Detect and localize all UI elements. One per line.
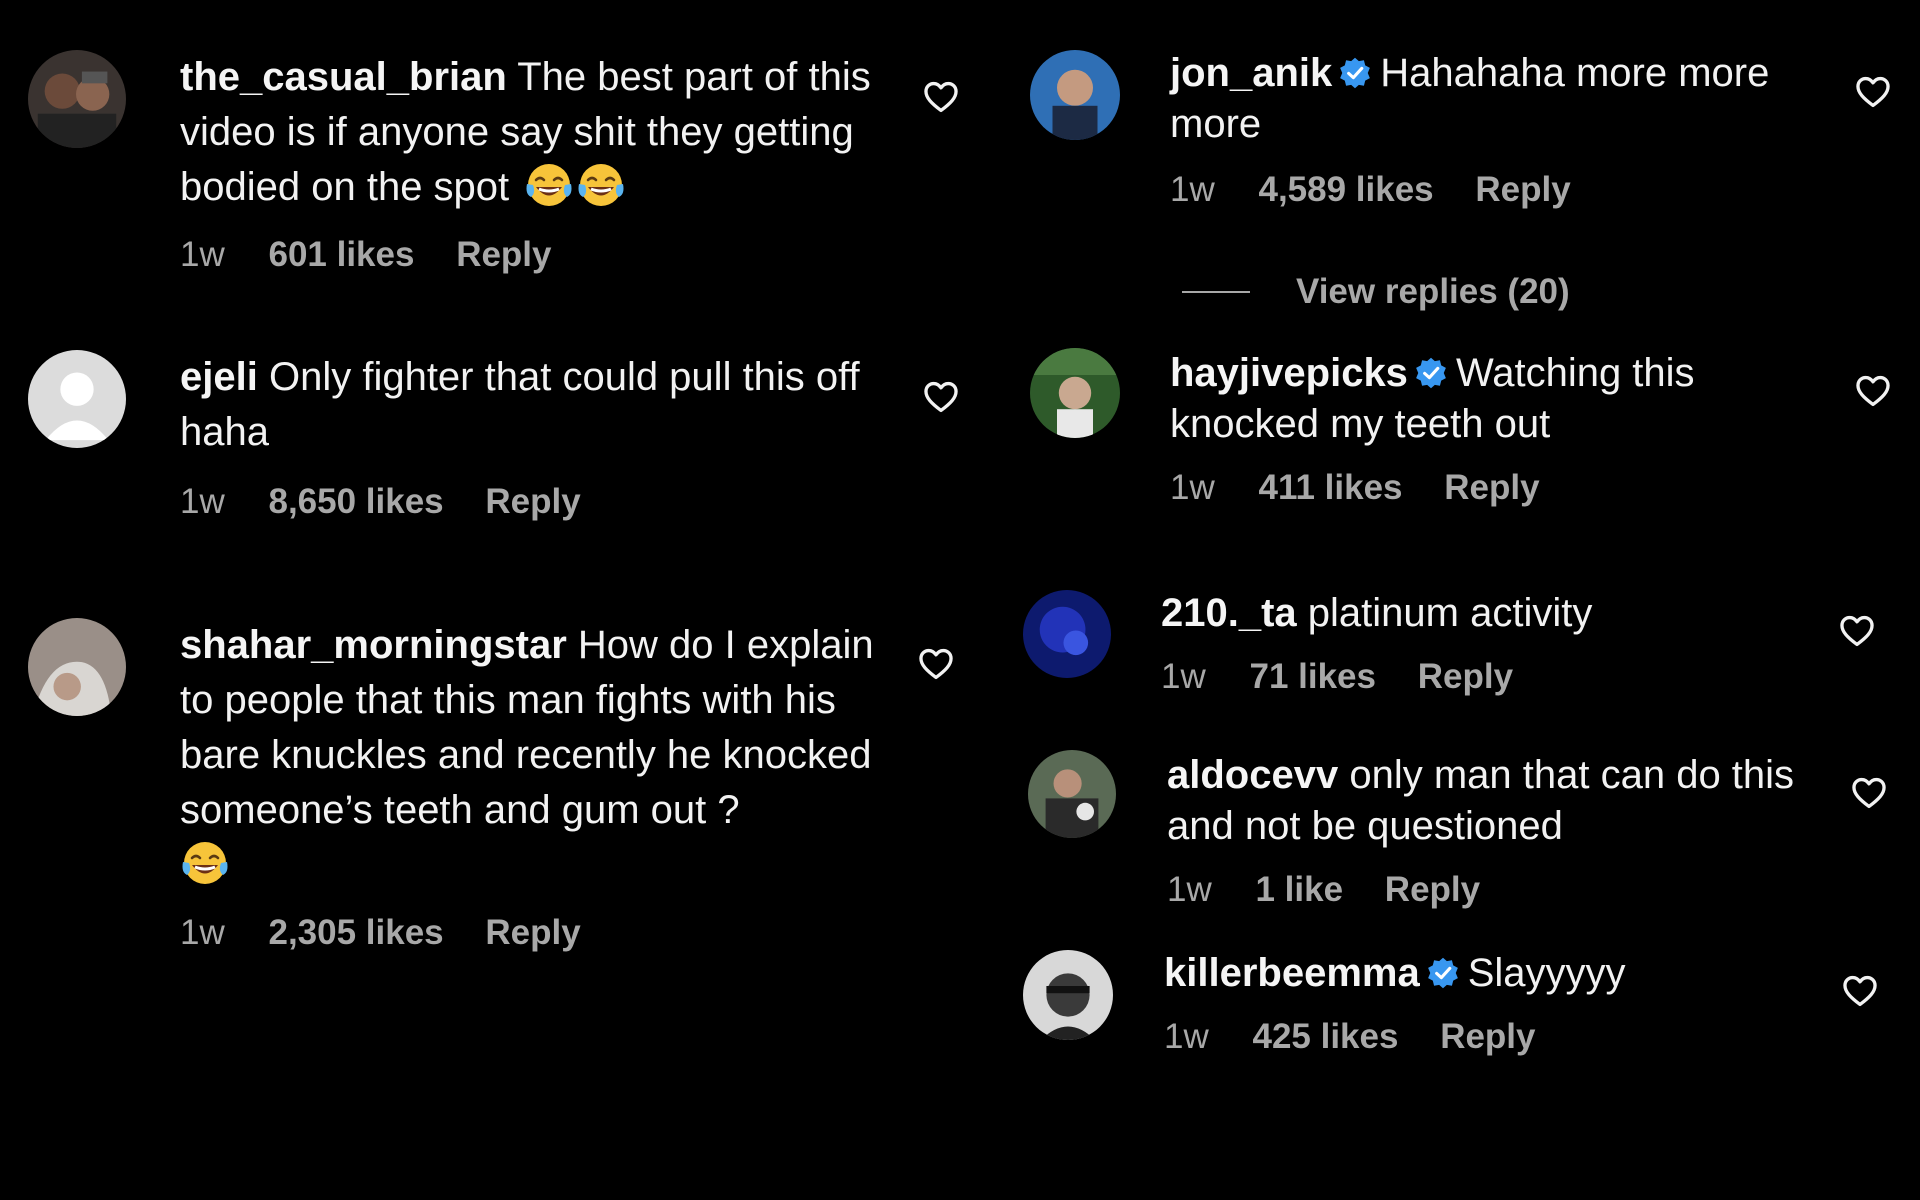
timestamp: 1w	[180, 913, 225, 952]
comment-meta: 1w 1 like Reply	[1167, 870, 1812, 910]
username[interactable]: 210._ta	[1161, 591, 1297, 635]
username[interactable]: aldocevv	[1167, 753, 1338, 797]
username[interactable]: ejeli	[180, 355, 258, 399]
like-count[interactable]: 8,650 likes	[268, 482, 443, 521]
avatar[interactable]	[1023, 950, 1113, 1040]
reply-button[interactable]: Reply	[1385, 870, 1480, 909]
reply-button[interactable]: Reply	[456, 235, 551, 274]
timestamp: 1w	[1170, 170, 1215, 209]
tears-of-joy-emoji-icon	[180, 838, 230, 888]
username[interactable]: shahar_morningstar	[180, 623, 567, 667]
like-count[interactable]: 2,305 likes	[268, 913, 443, 952]
avatar[interactable]	[1028, 750, 1116, 838]
verified-badge-icon	[1426, 956, 1460, 990]
comment-meta: 1w 411 likes Reply	[1170, 468, 1810, 508]
reply-button[interactable]: Reply	[485, 913, 580, 952]
avatar[interactable]	[28, 50, 126, 148]
heart-icon[interactable]	[1837, 612, 1877, 650]
like-count[interactable]: 601 likes	[268, 235, 414, 274]
heart-icon[interactable]	[1853, 372, 1893, 410]
comment-text: Only fighter that could pull this off ha…	[180, 355, 860, 454]
heart-icon[interactable]	[1849, 774, 1889, 812]
reply-button[interactable]: Reply	[1440, 1017, 1535, 1056]
comment-text: Slayyyyy	[1467, 951, 1626, 995]
timestamp: 1w	[1167, 870, 1212, 909]
reply-button[interactable]: Reply	[1475, 170, 1570, 209]
username[interactable]: jon_anik	[1170, 51, 1332, 95]
timestamp: 1w	[1161, 657, 1206, 696]
avatar[interactable]	[28, 350, 126, 448]
comment-meta: 1w 425 likes Reply	[1164, 1017, 1812, 1057]
tears-of-joy-emoji-icon	[524, 160, 574, 210]
timestamp: 1w	[1170, 468, 1215, 507]
comment-meta: 1w 8,650 likes Reply	[180, 482, 880, 522]
comment-meta: 1w 601 likes Reply	[180, 235, 880, 275]
comment-meta: 1w 4,589 likes Reply	[1170, 170, 1810, 210]
timestamp: 1w	[180, 235, 225, 274]
avatar[interactable]	[1023, 590, 1111, 678]
username[interactable]: the_casual_brian	[180, 55, 507, 99]
avatar[interactable]	[1030, 348, 1120, 438]
view-replies-link[interactable]: View replies (20)	[1182, 272, 1570, 312]
like-count[interactable]: 71 likes	[1249, 657, 1376, 696]
verified-badge-icon	[1414, 356, 1448, 390]
comment-meta: 1w 71 likes Reply	[1161, 657, 1811, 697]
avatar[interactable]	[28, 618, 126, 716]
username[interactable]: hayjivepicks	[1170, 351, 1408, 395]
avatar[interactable]	[1030, 50, 1120, 140]
like-count[interactable]: 1 like	[1255, 870, 1343, 909]
divider	[1182, 291, 1250, 293]
comment-text: platinum activity	[1307, 591, 1593, 635]
heart-icon[interactable]	[1840, 972, 1880, 1010]
like-count[interactable]: 425 likes	[1252, 1017, 1398, 1056]
username[interactable]: killerbeemma	[1164, 951, 1420, 995]
comment-meta: 1w 2,305 likes Reply	[180, 913, 880, 953]
like-count[interactable]: 4,589 likes	[1258, 170, 1433, 209]
verified-badge-icon	[1338, 56, 1372, 90]
reply-button[interactable]: Reply	[1444, 468, 1539, 507]
like-count[interactable]: 411 likes	[1258, 468, 1402, 507]
timestamp: 1w	[1164, 1017, 1209, 1056]
heart-icon[interactable]	[916, 645, 956, 683]
tears-of-joy-emoji-icon	[576, 160, 626, 210]
timestamp: 1w	[180, 482, 225, 521]
heart-icon[interactable]	[921, 378, 961, 416]
reply-button[interactable]: Reply	[1418, 657, 1513, 696]
heart-icon[interactable]	[1853, 73, 1893, 111]
heart-icon[interactable]	[921, 78, 961, 116]
reply-button[interactable]: Reply	[485, 482, 580, 521]
